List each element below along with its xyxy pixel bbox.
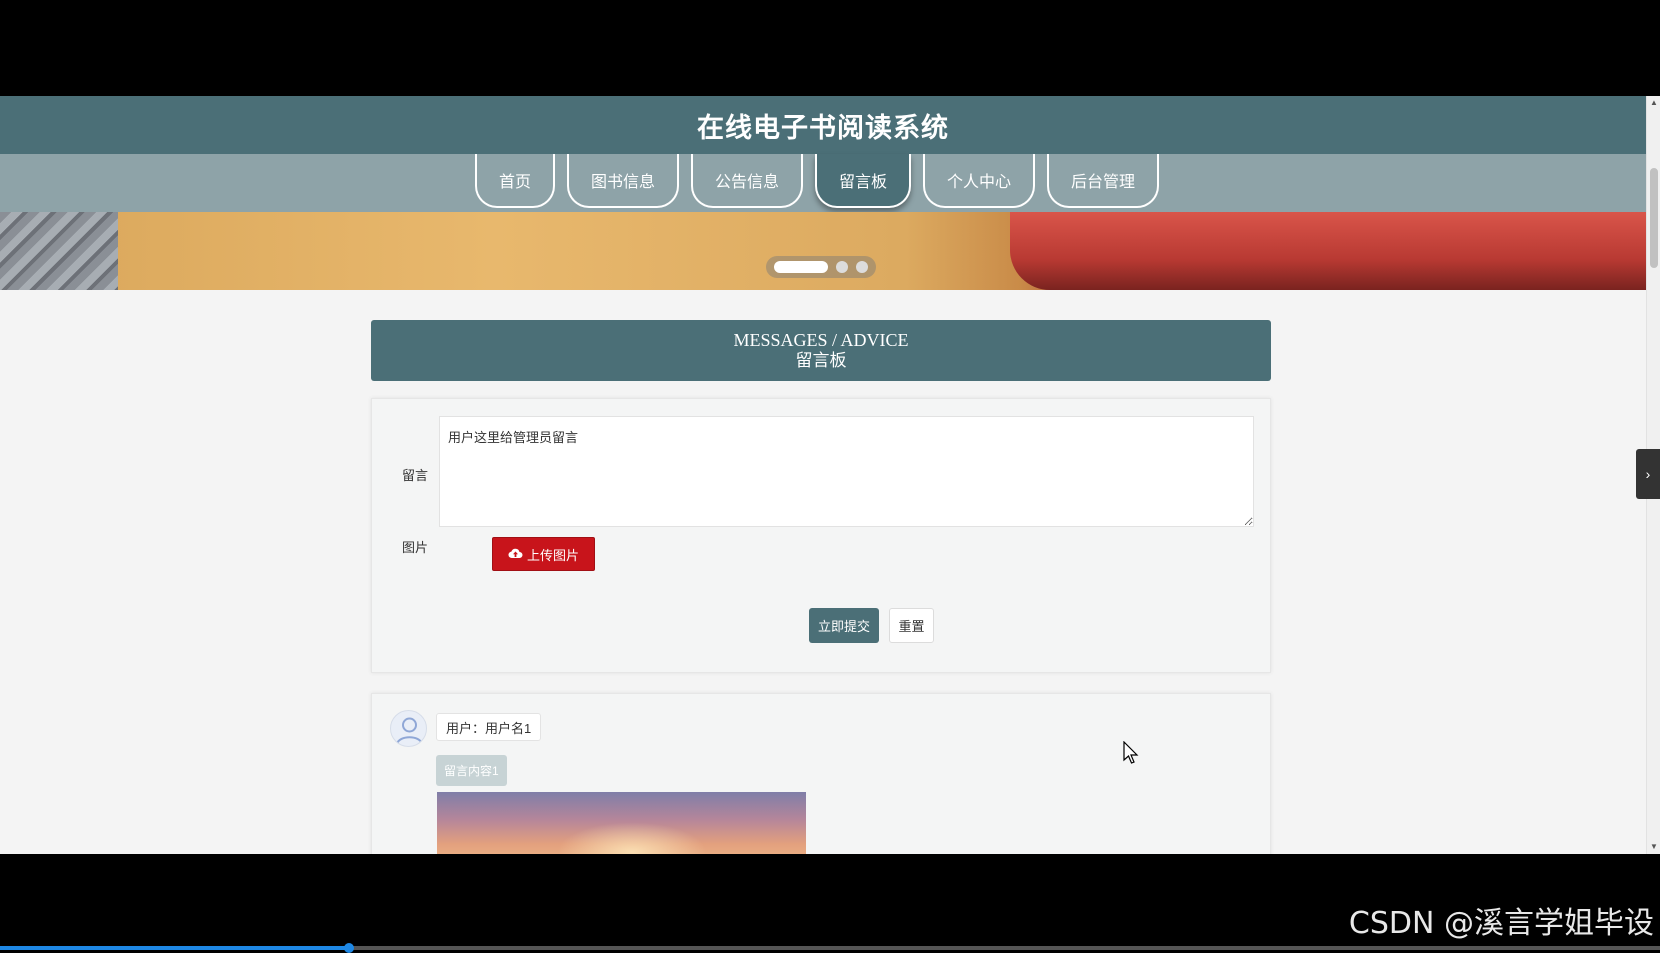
reset-button[interactable]: 重置 bbox=[889, 608, 934, 643]
upload-image-label: 上传图片 bbox=[526, 547, 579, 563]
nav-item-books[interactable]: 图书信息 bbox=[566, 154, 679, 208]
section-title-en: MESSAGES / ADVICE bbox=[733, 329, 909, 350]
image-label: 图片 bbox=[402, 540, 429, 555]
nav-item-home[interactable]: 首页 bbox=[474, 154, 555, 208]
message-label: 留言 bbox=[402, 468, 429, 483]
site-title: 在线电子书阅读系统 bbox=[697, 112, 949, 143]
side-panel-toggle[interactable]: › bbox=[1636, 449, 1660, 499]
avatar bbox=[390, 710, 427, 747]
carousel-dot-3[interactable] bbox=[856, 261, 868, 273]
site-header: 在线电子书阅读系统 bbox=[0, 96, 1646, 154]
user-avatar-icon bbox=[396, 717, 423, 745]
nav-item-notices[interactable]: 公告信息 bbox=[690, 154, 803, 208]
message-list-card: 用户：用户名1 留言内容1 bbox=[371, 693, 1271, 854]
video-progress-bar[interactable] bbox=[0, 943, 1660, 953]
message-image[interactable] bbox=[437, 792, 806, 854]
cloud-upload-icon bbox=[508, 547, 523, 562]
banner-carousel bbox=[0, 212, 1646, 290]
scroll-down-icon[interactable]: ▼ bbox=[1649, 842, 1659, 852]
banner-image-edge bbox=[0, 212, 118, 290]
message-textarea[interactable] bbox=[439, 416, 1254, 527]
section-title-cn: 留言板 bbox=[795, 350, 847, 370]
message-form-card: 留言 图片 上传图片 立即提交 重置 bbox=[371, 398, 1271, 673]
banner-image bbox=[1010, 212, 1646, 290]
nav-item-message-board[interactable]: 留言板 bbox=[815, 154, 912, 208]
main-nav: 首页 图书信息 公告信息 留言板 个人中心 后台管理 bbox=[0, 154, 1646, 212]
scrollbar-thumb[interactable] bbox=[1650, 168, 1658, 268]
section-title-bar: MESSAGES / ADVICE 留言板 bbox=[371, 320, 1271, 381]
watermark: CSDN @溪言学姐毕设 bbox=[1348, 906, 1654, 941]
chevron-right-icon: › bbox=[1645, 466, 1651, 482]
scroll-up-icon[interactable]: ▲ bbox=[1649, 98, 1659, 108]
upload-image-button[interactable]: 上传图片 bbox=[492, 537, 595, 571]
nav-list: 首页 图书信息 公告信息 留言板 个人中心 后台管理 bbox=[469, 154, 1165, 212]
carousel-dot-1[interactable] bbox=[774, 261, 828, 273]
nav-item-personal-center[interactable]: 个人中心 bbox=[923, 154, 1036, 208]
browser-viewport: 在线电子书阅读系统 首页 图书信息 公告信息 留言板 个人中心 后台管理 MES… bbox=[0, 96, 1660, 854]
carousel-indicators bbox=[766, 256, 876, 278]
submit-button[interactable]: 立即提交 bbox=[809, 608, 879, 643]
carousel-dot-2[interactable] bbox=[836, 261, 848, 273]
message-content: 留言内容1 bbox=[436, 755, 507, 786]
nav-item-admin[interactable]: 后台管理 bbox=[1047, 154, 1160, 208]
mouse-cursor-icon bbox=[1123, 741, 1139, 764]
message-user: 用户：用户名1 bbox=[436, 713, 542, 741]
video-progress-fill bbox=[0, 946, 349, 950]
video-progress-handle[interactable] bbox=[343, 943, 354, 953]
